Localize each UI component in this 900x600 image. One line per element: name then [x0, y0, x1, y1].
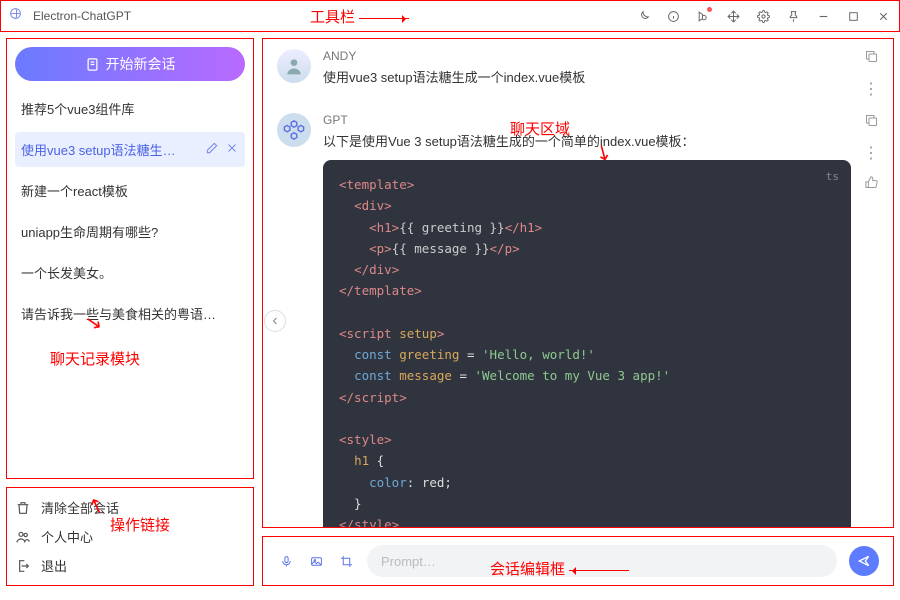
logout-button[interactable]: 退出	[15, 556, 245, 575]
history-item[interactable]: 请告诉我一些与美食相关的粤语…	[15, 296, 245, 331]
theme-toggle-icon[interactable]	[635, 8, 651, 24]
pin-icon[interactable]	[785, 8, 801, 24]
message-text: 使用vue3 setup语法糖生成一个index.vue模板	[323, 67, 851, 86]
profile-button[interactable]: 个人中心	[15, 527, 245, 546]
move-icon[interactable]	[725, 8, 741, 24]
mic-icon[interactable]	[277, 552, 295, 570]
gpt-message: GPT 以下是使用Vue 3 setup语法糖生成的一个简单的index.vue…	[277, 113, 879, 528]
history-item[interactable]: 推荐5个vue3组件库	[15, 91, 245, 126]
clear-all-button[interactable]: 清除全部会话	[15, 498, 245, 517]
code-block: ts <template> <div> <h1>{{ greeting }}</…	[323, 160, 851, 528]
copy-icon[interactable]	[864, 49, 879, 67]
avatar	[277, 49, 311, 83]
author-label: GPT	[323, 113, 851, 127]
history-item[interactable]: 使用vue3 setup语法糖生…	[15, 132, 245, 167]
app-logo-icon	[9, 7, 27, 25]
like-icon[interactable]	[864, 175, 879, 193]
app-title: Electron-ChatGPT	[33, 9, 131, 23]
input-row	[262, 536, 894, 586]
history-panel: 开始新会话 推荐5个vue3组件库 使用vue3 setup语法糖生… 新建一个…	[6, 38, 254, 479]
titlebar: Electron-ChatGPT	[0, 0, 900, 32]
new-chat-button[interactable]: 开始新会话	[15, 47, 245, 81]
notification-icon[interactable]	[695, 8, 711, 24]
minimize-icon[interactable]	[815, 8, 831, 24]
avatar	[277, 113, 311, 147]
crop-icon[interactable]	[337, 552, 355, 570]
edit-icon[interactable]	[205, 141, 219, 158]
info-icon[interactable]	[665, 8, 681, 24]
message-text: 以下是使用Vue 3 setup语法糖生成的一个简单的index.vue模板：	[323, 131, 851, 150]
prompt-input[interactable]	[367, 545, 837, 577]
new-chat-label: 开始新会话	[106, 54, 176, 74]
image-icon[interactable]	[307, 552, 325, 570]
close-icon[interactable]	[875, 8, 891, 24]
history-item[interactable]: 一个长发美女。	[15, 255, 245, 290]
history-item[interactable]: 新建一个react模板	[15, 173, 245, 208]
settings-icon[interactable]	[755, 8, 771, 24]
more-icon[interactable]: ⋮	[863, 143, 879, 163]
more-icon[interactable]: ⋮	[863, 79, 879, 99]
collapse-sidebar-icon[interactable]	[264, 310, 286, 332]
author-label: ANDY	[323, 49, 851, 63]
delete-icon[interactable]	[225, 141, 239, 158]
chat-area: ANDY 使用vue3 setup语法糖生成一个index.vue模板 ⋮ GP…	[262, 38, 894, 528]
send-button[interactable]	[849, 546, 879, 576]
maximize-icon[interactable]	[845, 8, 861, 24]
history-item[interactable]: uniapp生命周期有哪些?	[15, 214, 245, 249]
code-lang-label: ts	[826, 168, 839, 187]
copy-icon[interactable]	[864, 113, 879, 131]
user-message: ANDY 使用vue3 setup语法糖生成一个index.vue模板 ⋮	[277, 49, 879, 99]
ops-panel: 清除全部会话 个人中心 退出	[6, 487, 254, 586]
